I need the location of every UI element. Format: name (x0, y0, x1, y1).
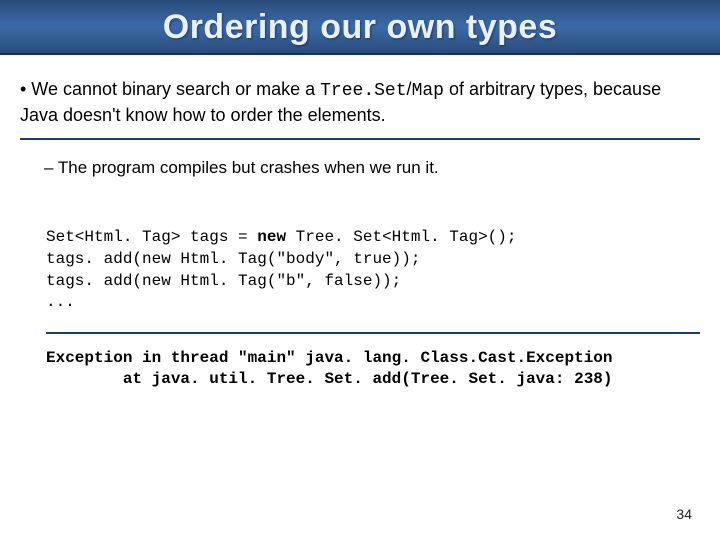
exception-output: Exception in thread "main" java. lang. C… (46, 348, 700, 391)
code-line-1b: Tree. Set<Html. Tag>(); (286, 228, 516, 246)
error-line-2: at java. util. Tree. Set. add(Tree. Set.… (46, 370, 613, 388)
keyword-new: new (257, 228, 286, 246)
inline-code-treeset: Tree.Set (320, 81, 406, 101)
error-line-1: Exception in thread "main" java. lang. C… (46, 349, 613, 367)
page-number: 34 (676, 506, 692, 522)
title-header: Ordering our own types (0, 0, 720, 55)
main-bullet: • We cannot binary search or make a Tree… (20, 77, 700, 140)
code-line-4: ... (46, 293, 75, 311)
slide-content: • We cannot binary search or make a Tree… (0, 55, 720, 391)
inline-code-map: Map (412, 81, 444, 101)
sub-bullet: – The program compiles but crashes when … (44, 156, 700, 180)
code-example: Set<Html. Tag> tags = new Tree. Set<Html… (46, 227, 700, 333)
bullet-text-pre: • We cannot binary search or make a (20, 79, 320, 99)
code-line-1a: Set<Html. Tag> tags = (46, 228, 257, 246)
slide-title: Ordering our own types (0, 8, 720, 47)
code-line-2: tags. add(new Html. Tag("body", true)); (46, 250, 420, 268)
code-line-3: tags. add(new Html. Tag("b", false)); (46, 272, 401, 290)
